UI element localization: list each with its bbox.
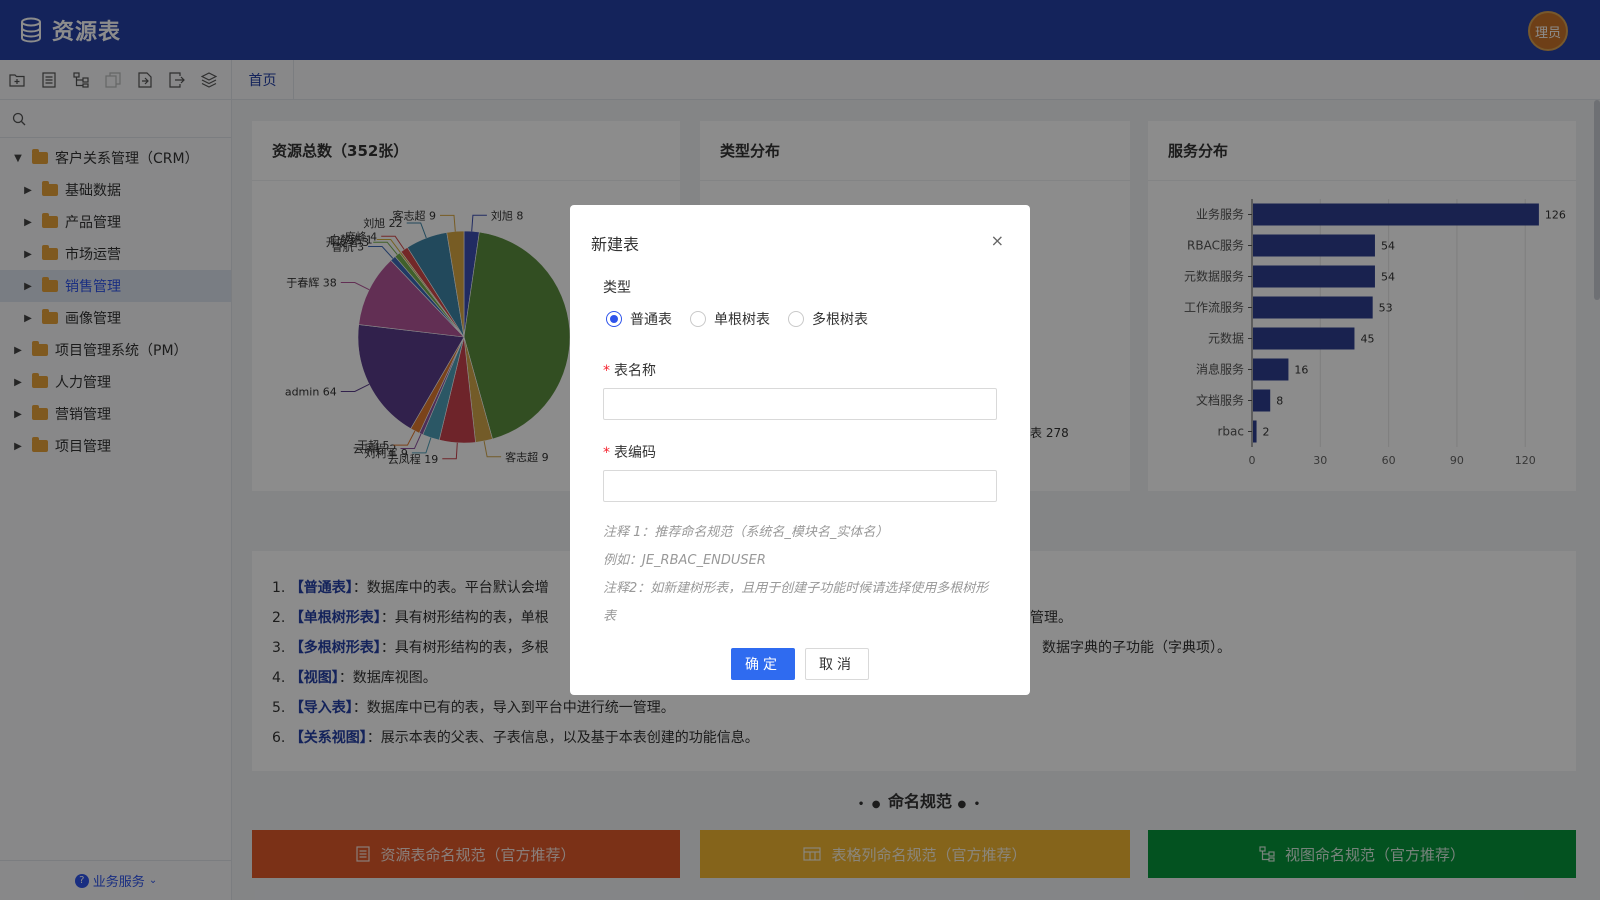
radio-normal-table[interactable]: 普通表 <box>606 309 672 329</box>
dialog-title: 新建表 <box>591 235 640 254</box>
naming-note-2: 例如：JE_RBAC_ENDUSER <box>603 553 766 568</box>
radio-label: 多根树表 <box>812 312 868 328</box>
radio-dot <box>788 311 804 327</box>
radio-label: 单根树表 <box>714 312 770 328</box>
table-type-radio-group: 普通表 单根树表 多根树表 <box>606 309 868 329</box>
radio-dot <box>690 311 706 327</box>
close-icon[interactable]: × <box>991 231 1004 250</box>
table-code-input[interactable] <box>603 470 997 502</box>
new-table-dialog: 新建表 × 类型 普通表 单根树表 多根树表 * 表名称 * 表编码 注释 1：推荐… <box>570 205 1030 695</box>
table-name-input[interactable] <box>603 388 997 420</box>
type-label: 类型 <box>603 280 631 296</box>
table-code-label: * 表编码 <box>603 445 656 461</box>
radio-single-root-tree[interactable]: 单根树表 <box>690 309 770 329</box>
confirm-button[interactable]: 确定 <box>731 648 795 680</box>
naming-note-3: 注释2：如新建树形表，且用于创建子功能时候请选择使用多根树形表 <box>603 581 989 624</box>
radio-label: 普通表 <box>630 312 672 328</box>
radio-dot <box>606 311 622 327</box>
naming-note-1: 注释 1：推荐命名规范（系统名_模块名_实体名） <box>603 525 889 540</box>
radio-multi-root-tree[interactable]: 多根树表 <box>788 309 868 329</box>
cancel-button[interactable]: 取消 <box>805 648 869 680</box>
table-name-label: * 表名称 <box>603 363 656 379</box>
